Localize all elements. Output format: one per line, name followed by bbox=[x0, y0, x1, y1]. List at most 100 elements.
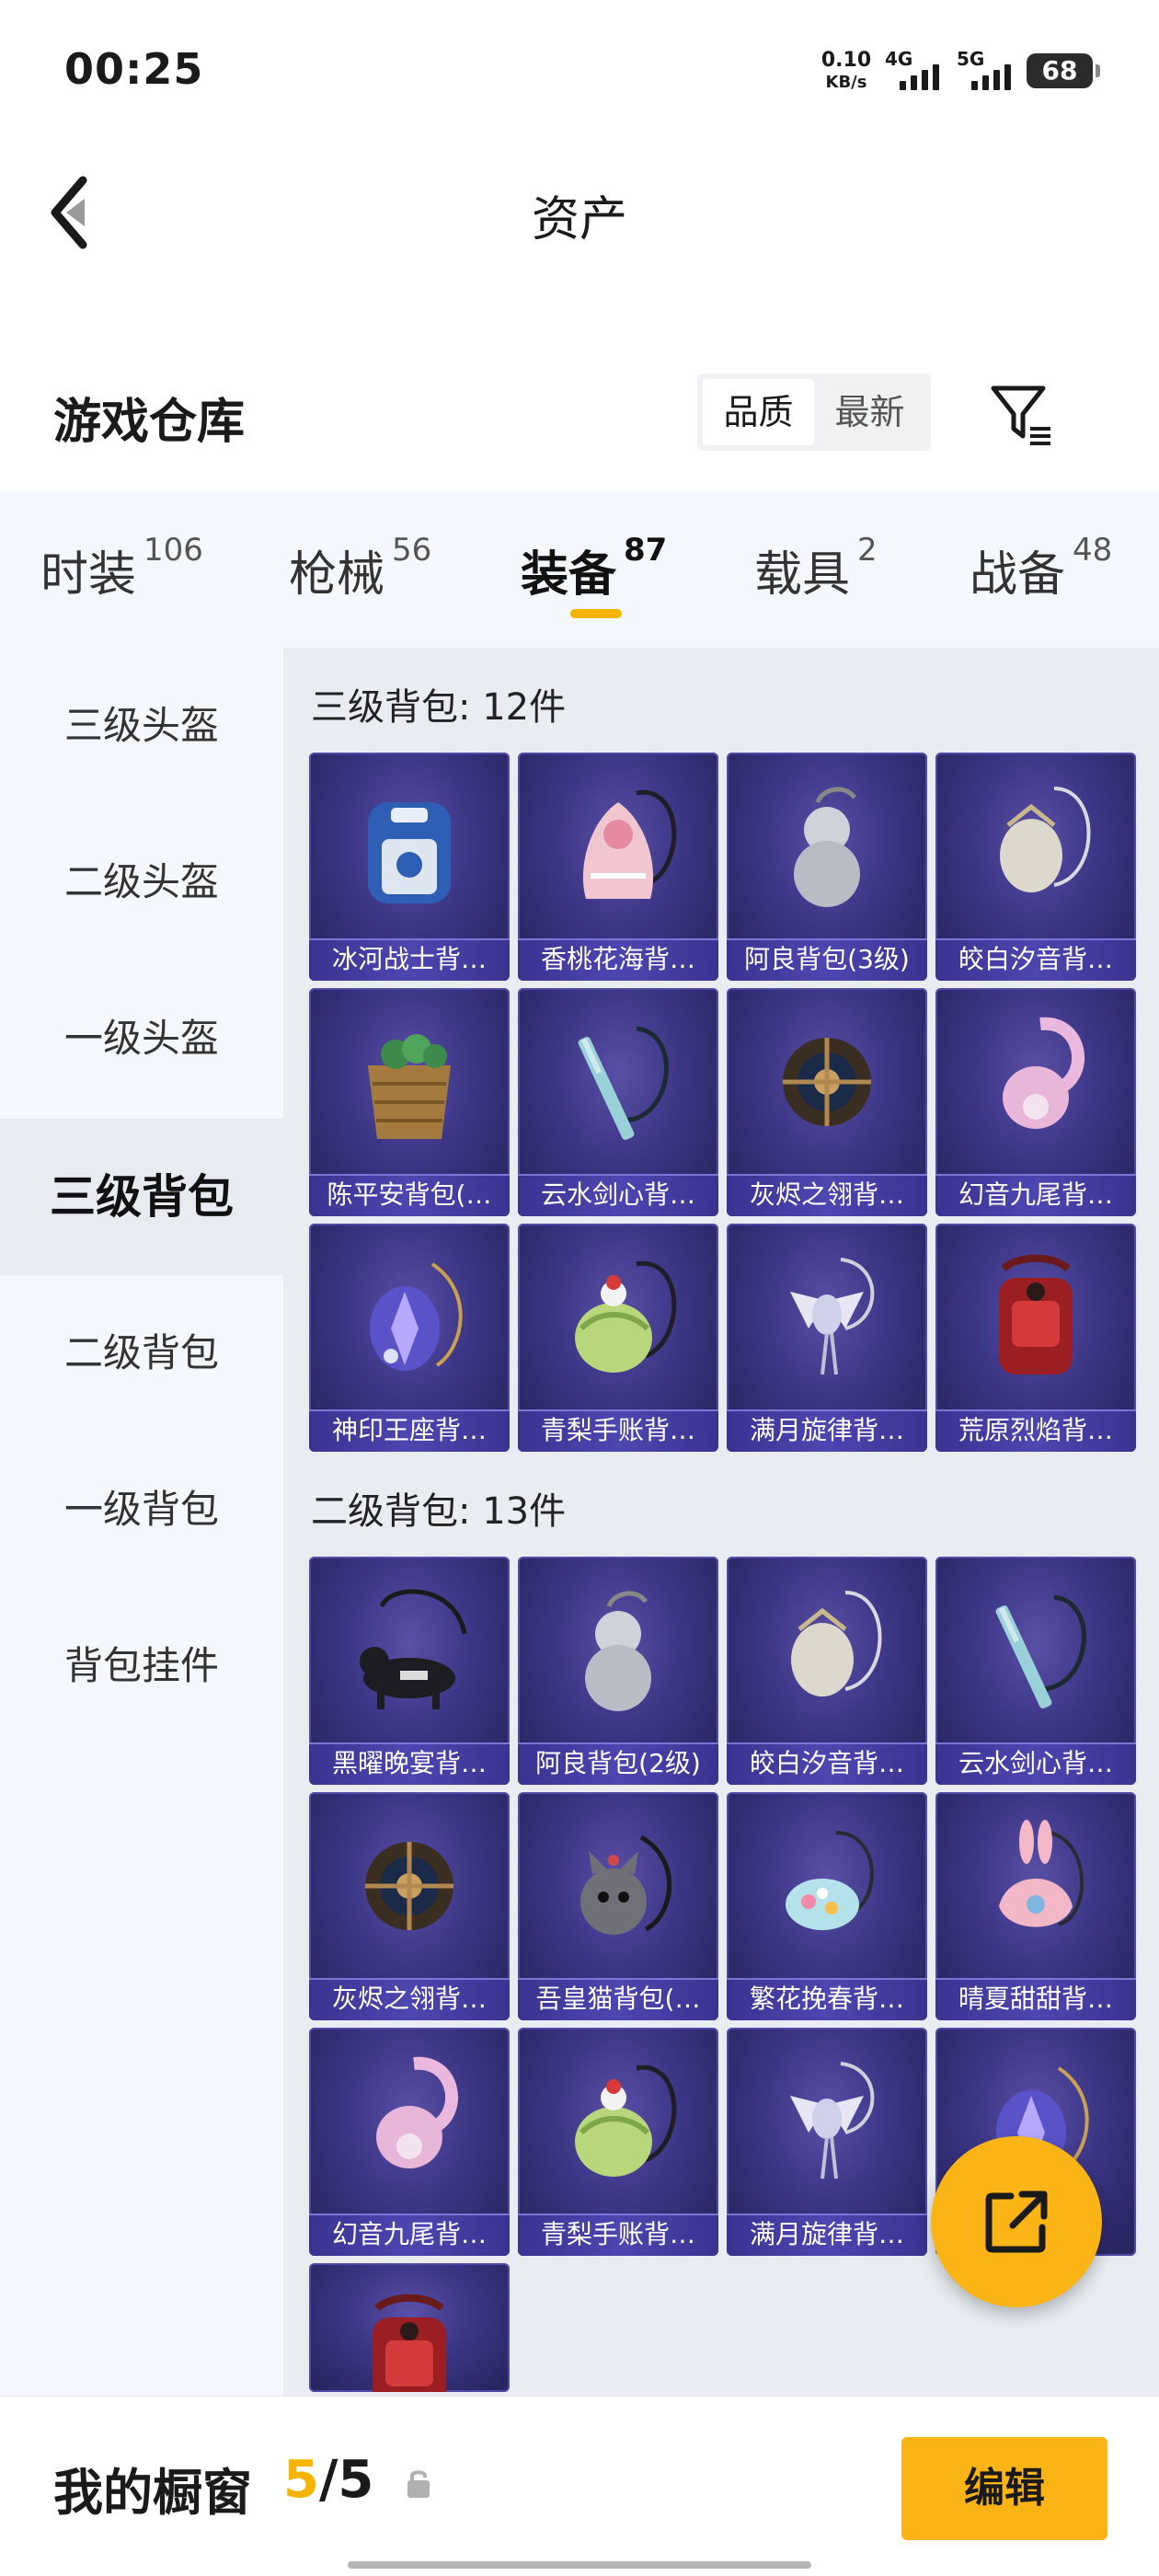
item-name: 荒原烈焰背… bbox=[935, 1409, 1136, 1452]
sidebar-item-backpack-1[interactable]: 一级背包 bbox=[0, 1432, 283, 1588]
item-name: 满月旋律背… bbox=[727, 2214, 927, 2256]
sort-toggle: 品质 最新 bbox=[697, 374, 931, 451]
silver-gourd-icon bbox=[535, 1570, 701, 1735]
item-card[interactable]: 云水剑心背… bbox=[518, 988, 718, 1216]
tab-firearms[interactable]: 枪械 56 bbox=[289, 532, 431, 604]
item-name: 云水剑心背… bbox=[935, 1742, 1136, 1785]
item-name: 晴夏甜甜背… bbox=[935, 1978, 1136, 2020]
item-name: 阿良背包(2级) bbox=[518, 1742, 718, 1785]
showcase-bar: 我的橱窗 5/5 编辑 bbox=[0, 2396, 1159, 2576]
item-card[interactable]: 灰烬之翎背… bbox=[309, 1792, 510, 2020]
item-card[interactable]: 阿良背包(3级) bbox=[727, 753, 927, 981]
tab-fashion[interactable]: 时装 106 bbox=[40, 532, 203, 604]
green-cake-bag-icon bbox=[535, 2041, 701, 2206]
item-card[interactable]: 晴夏甜甜背… bbox=[935, 1792, 1136, 2020]
item-name: 冰河战士背… bbox=[309, 938, 510, 981]
item-name: 满月旋律背… bbox=[727, 1409, 927, 1452]
page-title: 资产 bbox=[531, 192, 627, 247]
black-dog-bag-icon bbox=[327, 1570, 492, 1735]
showcase-label: 我的橱窗 bbox=[53, 2464, 252, 2522]
item-card[interactable]: 灰烬之翎背… bbox=[727, 988, 927, 1216]
item-card[interactable]: 吾皇猫背包(… bbox=[518, 1792, 718, 2020]
item-card[interactable]: 阿良背包(2级) bbox=[518, 1557, 718, 1785]
flower-bag-icon bbox=[744, 1805, 910, 1971]
signal-4g-icon: 4G bbox=[885, 48, 958, 94]
item-card[interactable]: 幻音九尾背… bbox=[309, 2028, 510, 2256]
sidebar-item-backpack-2[interactable]: 二级背包 bbox=[0, 1275, 283, 1432]
tab-vehicles[interactable]: 载具 2 bbox=[754, 532, 878, 604]
item-name: 幻音九尾背… bbox=[935, 1174, 1136, 1216]
active-tab-indicator bbox=[570, 609, 622, 618]
sidebar-item-backpack-charm[interactable]: 背包挂件 bbox=[0, 1588, 283, 1744]
green-cake-bag-icon bbox=[535, 1236, 701, 1402]
signal-5g-icon: 5G bbox=[957, 48, 1030, 94]
group-title-backpack-3: 三级背包: 12件 bbox=[311, 686, 567, 729]
item-card[interactable]: 皎白汐音背… bbox=[727, 1557, 927, 1785]
item-name: 灰烬之翎背… bbox=[309, 1978, 510, 2020]
item-list: 三级背包: 12件 冰河战士背… 香桃花海背… 阿良背包(3级) 皎白汐音背… 陈平安背… bbox=[283, 648, 1159, 2396]
sidebar-item-helmet-1[interactable]: 一级头盔 bbox=[0, 960, 283, 1117]
blue-backpack-icon bbox=[327, 765, 492, 931]
white-shell-bag-icon bbox=[953, 765, 1119, 931]
warehouse-title: 游戏仓库 bbox=[53, 395, 246, 450]
item-name: 云水剑心背… bbox=[518, 1174, 718, 1216]
item-card[interactable]: 满月旋律背… bbox=[727, 2028, 927, 2256]
item-card[interactable]: 荒原烈焰背… bbox=[935, 1224, 1136, 1452]
wicker-basket-icon bbox=[327, 1001, 492, 1167]
tab-equipment[interactable]: 装备 87 bbox=[521, 532, 667, 604]
item-card[interactable]: 满月旋律背… bbox=[727, 1224, 927, 1452]
item-card[interactable]: 陈平安背包(… bbox=[309, 988, 510, 1216]
dark-shield-bag-icon bbox=[744, 1001, 910, 1167]
pink-dress-bag-icon bbox=[535, 765, 701, 931]
item-card[interactable]: 青梨手账背… bbox=[518, 2028, 718, 2256]
filter-button[interactable] bbox=[988, 381, 1058, 447]
white-wing-bag-icon bbox=[744, 1236, 910, 1402]
subcategory-sidebar: 三级头盔 二级头盔 一级头盔 三级背包 二级背包 一级背包 背包挂件 bbox=[0, 648, 283, 2396]
item-name: 香桃花海背… bbox=[518, 938, 718, 981]
clock: 00:25 bbox=[64, 44, 204, 94]
item-name: 阿良背包(3级) bbox=[727, 938, 927, 981]
red-backpack-icon bbox=[953, 1236, 1119, 1402]
sidebar-item-helmet-2[interactable]: 二级头盔 bbox=[0, 804, 283, 960]
category-tabs: 时装 106 枪械 56 装备 87 载具 2 战备 48 bbox=[0, 491, 1159, 648]
item-name: 幻音九尾背… bbox=[309, 2214, 510, 2256]
item-name: 陈平安背包(… bbox=[309, 1174, 510, 1216]
edit-button[interactable]: 编辑 bbox=[901, 2437, 1107, 2540]
red-backpack-icon bbox=[327, 2276, 492, 2392]
sidebar-item-backpack-3[interactable]: 三级背包 bbox=[0, 1119, 283, 1275]
pink-bunny-bag-icon bbox=[953, 1805, 1119, 1971]
item-card[interactable]: 冰河战士背… bbox=[309, 753, 510, 981]
share-fab[interactable] bbox=[931, 2136, 1102, 2307]
sword-bag-icon bbox=[535, 1001, 701, 1167]
item-name: 皎白汐音背… bbox=[727, 1742, 927, 1785]
grey-cat-bag-icon bbox=[535, 1805, 701, 1971]
item-card[interactable]: 云水剑心背… bbox=[935, 1557, 1136, 1785]
item-name: 灰烬之翎背… bbox=[727, 1174, 927, 1216]
item-name: 繁花挽春背… bbox=[727, 1978, 927, 2020]
item-card[interactable]: 青梨手账背… bbox=[518, 1224, 718, 1452]
item-name: 黑曜晚宴背… bbox=[309, 1742, 510, 1785]
group-title-backpack-2: 二级背包: 13件 bbox=[311, 1490, 567, 1533]
item-card[interactable]: 香桃花海背… bbox=[518, 753, 718, 981]
network-speed: 0.10 KB/s bbox=[820, 49, 872, 93]
share-external-icon bbox=[985, 2191, 1048, 2253]
silver-gourd-icon bbox=[744, 765, 910, 931]
status-bar: 00:25 0.10 KB/s 4G 5G 68 bbox=[0, 0, 1159, 138]
item-card[interactable]: 幻音九尾背… bbox=[935, 988, 1136, 1216]
item-card[interactable]: 神印王座背… bbox=[309, 1224, 510, 1452]
sort-quality-option[interactable]: 品质 bbox=[703, 379, 814, 445]
item-card[interactable]: 皎白汐音背… bbox=[935, 753, 1136, 981]
battery-icon: 68 bbox=[1027, 53, 1100, 88]
item-card[interactable] bbox=[309, 2263, 510, 2392]
pink-fox-bag-icon bbox=[953, 1001, 1119, 1167]
sort-newest-option[interactable]: 最新 bbox=[814, 379, 925, 445]
item-card[interactable]: 黑曜晚宴背… bbox=[309, 1557, 510, 1785]
item-card[interactable]: 繁花挽春背… bbox=[727, 1792, 927, 2020]
filter-icon bbox=[991, 385, 1050, 445]
tab-supplies[interactable]: 战备 48 bbox=[970, 532, 1112, 604]
home-indicator bbox=[348, 2561, 811, 2569]
lock-icon bbox=[407, 2470, 430, 2498]
sidebar-item-helmet-3[interactable]: 三级头盔 bbox=[0, 648, 283, 804]
item-name: 青梨手账背… bbox=[518, 2214, 718, 2256]
white-wing-bag-icon bbox=[744, 2041, 910, 2206]
